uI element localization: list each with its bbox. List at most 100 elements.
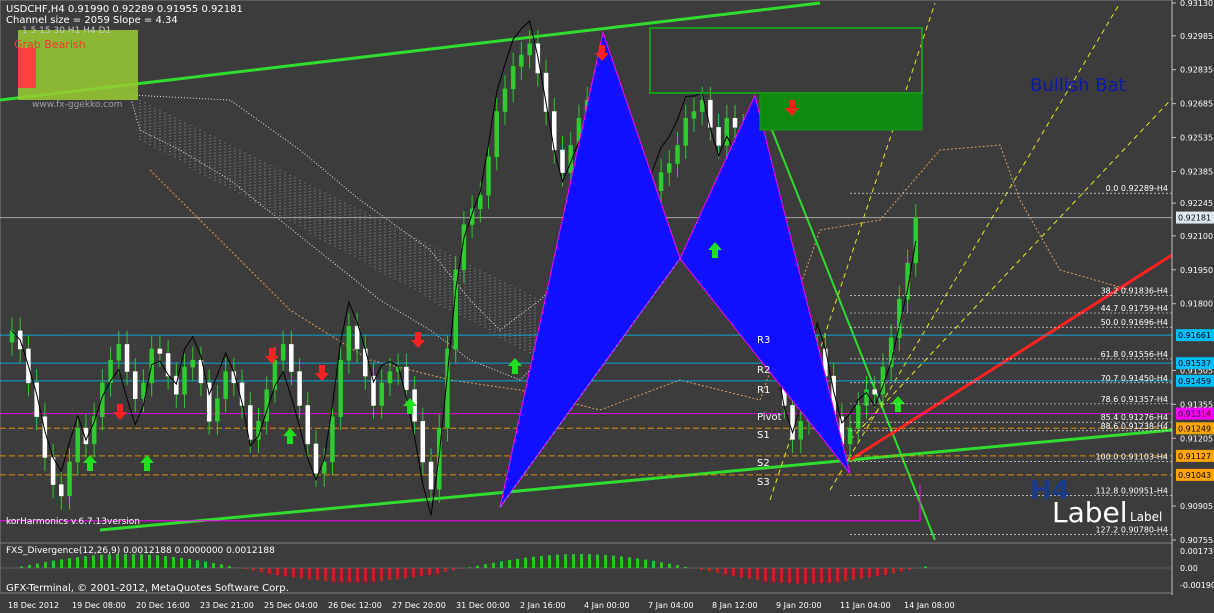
candle-body	[248, 405, 253, 440]
osc-bar	[836, 568, 839, 582]
osc-bar	[556, 554, 559, 568]
osc-bar	[820, 568, 823, 584]
time-tick: 2 Jan 16:00	[520, 601, 566, 610]
osc-bar	[652, 560, 655, 568]
osc-bar	[508, 560, 511, 568]
osc-bar	[284, 568, 287, 577]
version-label: korHarmonics v.6.7.13version	[6, 517, 140, 527]
osc-bar	[220, 564, 223, 568]
osc-bar	[412, 568, 415, 578]
osc-bar	[180, 557, 183, 568]
candle-body	[182, 366, 187, 395]
candle-body	[387, 371, 393, 384]
candle-body	[519, 54, 524, 67]
candle-body	[280, 344, 286, 361]
osc-bar	[292, 568, 295, 578]
time-tick: 14 Jan 08:00	[904, 601, 955, 610]
candle-body	[330, 416, 335, 463]
osc-bar	[428, 568, 431, 575]
pivot-label-r1: R1	[757, 385, 770, 396]
osc-bar	[708, 568, 711, 572]
candle-body	[560, 149, 565, 173]
pivot-label-r3: R3	[757, 335, 770, 346]
price-tick: 0.92985	[1180, 32, 1213, 41]
osc-bar	[212, 563, 215, 568]
osc-bar	[52, 560, 55, 568]
osc-bar	[36, 563, 39, 568]
osc-bar	[900, 568, 903, 572]
osc-bar	[380, 568, 383, 581]
osc-bar	[452, 568, 455, 571]
osc-bar	[868, 568, 871, 578]
candle-body	[790, 405, 795, 440]
osc-bar	[852, 568, 855, 581]
osc-bar	[372, 568, 375, 582]
osc-bar	[788, 568, 791, 584]
time-tick: 23 Dec 21:00	[200, 601, 254, 610]
osc-bar	[772, 568, 775, 582]
candle-body	[502, 88, 508, 112]
osc-bar	[812, 568, 815, 584]
site-label: www.fx-ggekko.com	[32, 100, 123, 110]
fib-label: 0.0 0.92289-H4	[1106, 184, 1168, 193]
price-tag-text: 0.91537	[1178, 359, 1211, 368]
osc-bar	[540, 555, 543, 568]
osc-bar	[804, 568, 807, 584]
price-tick: 0.91950	[1180, 266, 1213, 275]
candle-body	[338, 359, 343, 418]
osc-bar	[132, 554, 135, 568]
price-tick: 0.92685	[1180, 100, 1213, 109]
candle-body	[223, 371, 228, 399]
osc-tick: -0.00190	[1180, 581, 1214, 590]
osc-bar	[516, 558, 519, 568]
osc-bar	[748, 568, 751, 580]
candle-body	[124, 344, 130, 372]
fib-label: 112.8 0.90951-H4	[1095, 487, 1168, 496]
osc-bar	[324, 568, 327, 582]
pivot-label-s1: S1	[757, 430, 770, 441]
osc-bar	[340, 568, 343, 582]
osc-bar	[484, 564, 487, 568]
osc-bar	[364, 568, 367, 582]
candle-body	[872, 389, 877, 395]
osc-bar	[252, 568, 255, 571]
osc-bar	[740, 568, 743, 578]
pivot-label-s3: S3	[757, 477, 770, 488]
osc-bar	[756, 568, 759, 581]
osc-bar	[884, 568, 887, 575]
time-tick: 19 Dec 08:00	[72, 601, 126, 610]
fib-label: 100.0 0.91103-H4	[1095, 452, 1168, 461]
osc-bar	[724, 568, 727, 575]
osc-bar	[596, 554, 599, 568]
osc-bar	[764, 568, 767, 582]
fib-label: 50.0 0.91696-H4	[1101, 318, 1168, 327]
grab-red-cell	[18, 48, 36, 88]
time-tick: 11 Jan 04:00	[840, 601, 891, 610]
fib-label: 61.8 0.91556-H4	[1101, 350, 1168, 359]
pivot-label-pivot: Pivot	[757, 412, 782, 423]
pivot-label-r2: R2	[757, 365, 770, 376]
osc-bar	[548, 555, 551, 568]
candle-body	[190, 359, 196, 368]
time-tick: 18 Dec 2012	[8, 601, 59, 610]
time-tick: 26 Dec 12:00	[328, 601, 382, 610]
osc-bar	[620, 556, 623, 568]
osc-bar	[268, 568, 271, 574]
osc-bar	[876, 568, 879, 577]
osc-bar	[84, 556, 87, 568]
osc-bar	[404, 568, 407, 579]
osc-bar	[356, 568, 359, 582]
time-tick: 25 Dec 04:00	[264, 601, 318, 610]
time-tick: 31 Dec 00:00	[456, 601, 510, 610]
price-tick: 0.91205	[1180, 434, 1213, 443]
candle-body	[289, 344, 294, 372]
candle-body	[50, 457, 56, 485]
osc-bar	[716, 568, 719, 573]
candle-body	[116, 344, 122, 361]
price-tick: 0.90905	[1180, 502, 1213, 511]
osc-bar	[68, 558, 71, 568]
osc-bar	[420, 568, 423, 577]
osc-bar	[572, 554, 575, 568]
osc-bar	[588, 554, 591, 568]
osc-bar	[76, 557, 79, 568]
